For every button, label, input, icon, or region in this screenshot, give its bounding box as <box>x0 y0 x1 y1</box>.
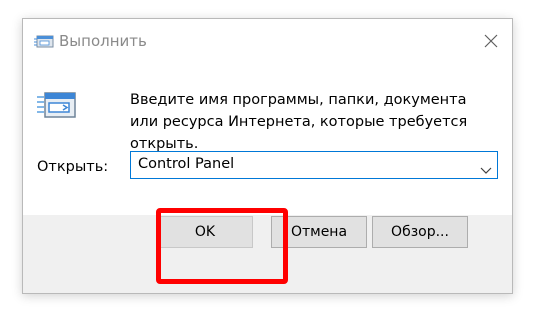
run-dialog: Выполнить Введите имя программы, папки, … <box>22 18 513 294</box>
run-icon <box>34 34 56 50</box>
open-combobox[interactable]: Control Panel <box>130 151 498 179</box>
description-text: Введите имя программы, папки, документа … <box>130 92 468 152</box>
open-input[interactable]: Control Panel <box>138 156 234 172</box>
browse-button[interactable]: Обзор... <box>372 216 468 248</box>
close-icon <box>484 34 498 48</box>
dialog-body: Введите имя программы, папки, документа … <box>23 63 512 215</box>
chevron-down-icon[interactable] <box>480 160 492 174</box>
open-label: Открыть: <box>37 159 109 175</box>
cancel-button[interactable]: Отмена <box>271 216 367 248</box>
close-button[interactable] <box>480 30 502 52</box>
run-icon <box>37 89 77 123</box>
title-bar[interactable]: Выполнить <box>23 19 512 63</box>
window-title: Выполнить <box>59 32 147 50</box>
ok-button[interactable]: OK <box>157 216 253 248</box>
